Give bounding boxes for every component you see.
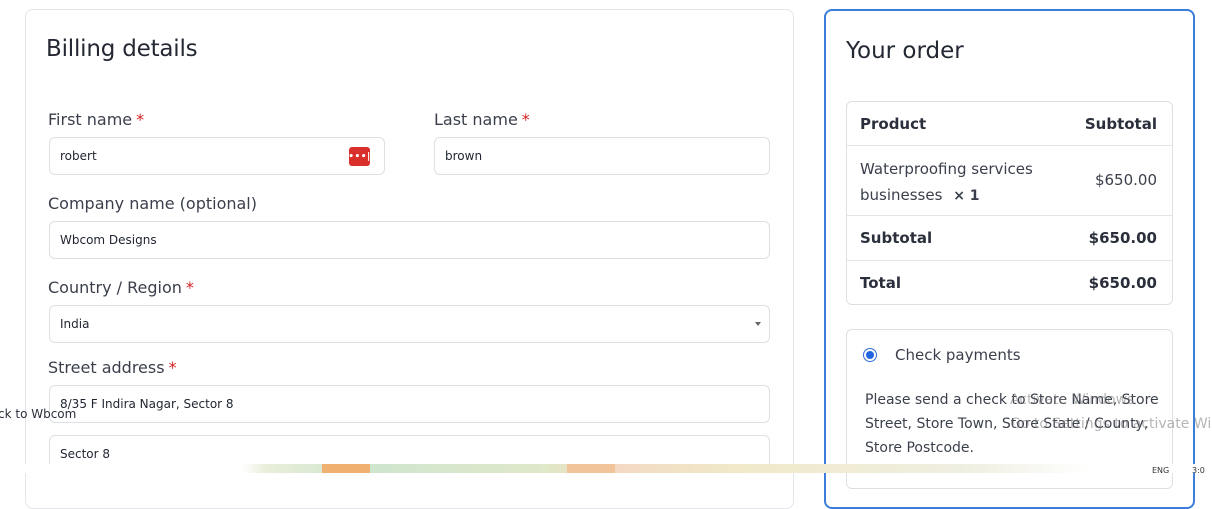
table-header-row: Product Subtotal xyxy=(847,102,1172,146)
order-review-table: Product Subtotal Waterproofing services … xyxy=(846,101,1173,305)
company-name-value: Wbcom Designs xyxy=(60,233,157,247)
required-mark: * xyxy=(521,110,530,129)
check-payments-label[interactable]: Check payments xyxy=(895,346,1021,364)
watermark-line1: Activate Windows xyxy=(1010,392,1135,408)
column-header-product: Product xyxy=(860,115,927,133)
company-name-field[interactable]: Wbcom Designs xyxy=(49,221,770,259)
billing-title: Billing details xyxy=(46,36,198,62)
order-item-name-line1: Waterproofing services xyxy=(860,160,1033,178)
first-name-label: First name * xyxy=(48,110,144,129)
tray-language[interactable]: ENG xyxy=(1152,466,1169,475)
required-mark: * xyxy=(168,358,177,377)
subtotal-value: $650.00 xyxy=(1088,229,1157,247)
back-to-site-link[interactable]: ck to Wbcom xyxy=(0,407,76,421)
billing-details-card xyxy=(25,9,794,509)
tray-clock[interactable]: 3:0 xyxy=(1192,466,1205,475)
street-address-line1-field[interactable]: 8/35 F Indira Nagar, Sector 8 xyxy=(49,385,770,423)
required-mark: * xyxy=(185,278,194,297)
watermark-line2: Go to Settings to activate Windows. xyxy=(1010,416,1212,432)
taskbar-app-icon[interactable] xyxy=(567,464,615,473)
column-header-subtotal: Subtotal xyxy=(1084,115,1157,133)
chevron-down-icon xyxy=(755,322,761,326)
street-address-line1-value: 8/35 F Indira Nagar, Sector 8 xyxy=(60,397,234,411)
country-region-value: India xyxy=(60,317,90,331)
activate-windows-watermark: Activate Windows Go to Settings to activ… xyxy=(1010,388,1212,436)
subtotal-row: Subtotal $650.00 xyxy=(847,216,1172,261)
order-item-quantity: × 1 xyxy=(953,188,980,204)
required-mark: * xyxy=(136,110,145,129)
taskbar xyxy=(0,464,1212,473)
first-name-value: robert xyxy=(60,149,97,163)
street-address-label-text: Street address xyxy=(48,358,165,377)
street-address-line2-value: Sector 8 xyxy=(60,447,111,461)
total-value: $650.00 xyxy=(1088,274,1157,292)
first-name-label-text: First name xyxy=(48,110,133,129)
country-region-label-text: Country / Region xyxy=(48,278,182,297)
total-label: Total xyxy=(860,274,901,292)
subtotal-label: Subtotal xyxy=(860,229,933,247)
country-region-select[interactable]: India xyxy=(49,305,770,343)
total-row: Total $650.00 xyxy=(847,261,1172,304)
first-name-field[interactable]: robert •••| xyxy=(49,137,385,175)
password-manager-icon[interactable]: •••| xyxy=(348,147,370,166)
street-address-label: Street address * xyxy=(48,358,177,377)
table-row: Waterproofing services businesses × 1 $6… xyxy=(847,146,1172,216)
order-title: Your order xyxy=(846,38,964,64)
last-name-field[interactable]: brown xyxy=(434,137,770,175)
order-item-name-line2: businesses xyxy=(860,186,943,204)
country-region-label: Country / Region * xyxy=(48,278,194,297)
order-item-name: Waterproofing services businesses × 1 xyxy=(860,156,1033,209)
last-name-label-text: Last name xyxy=(434,110,518,129)
last-name-value: brown xyxy=(445,149,483,163)
last-name-label: Last name * xyxy=(434,110,530,129)
check-payments-radio[interactable] xyxy=(863,348,877,362)
taskbar-app-icon[interactable] xyxy=(322,464,370,473)
company-name-label: Company name (optional) xyxy=(48,194,257,213)
order-item-price: $650.00 xyxy=(1094,171,1157,189)
